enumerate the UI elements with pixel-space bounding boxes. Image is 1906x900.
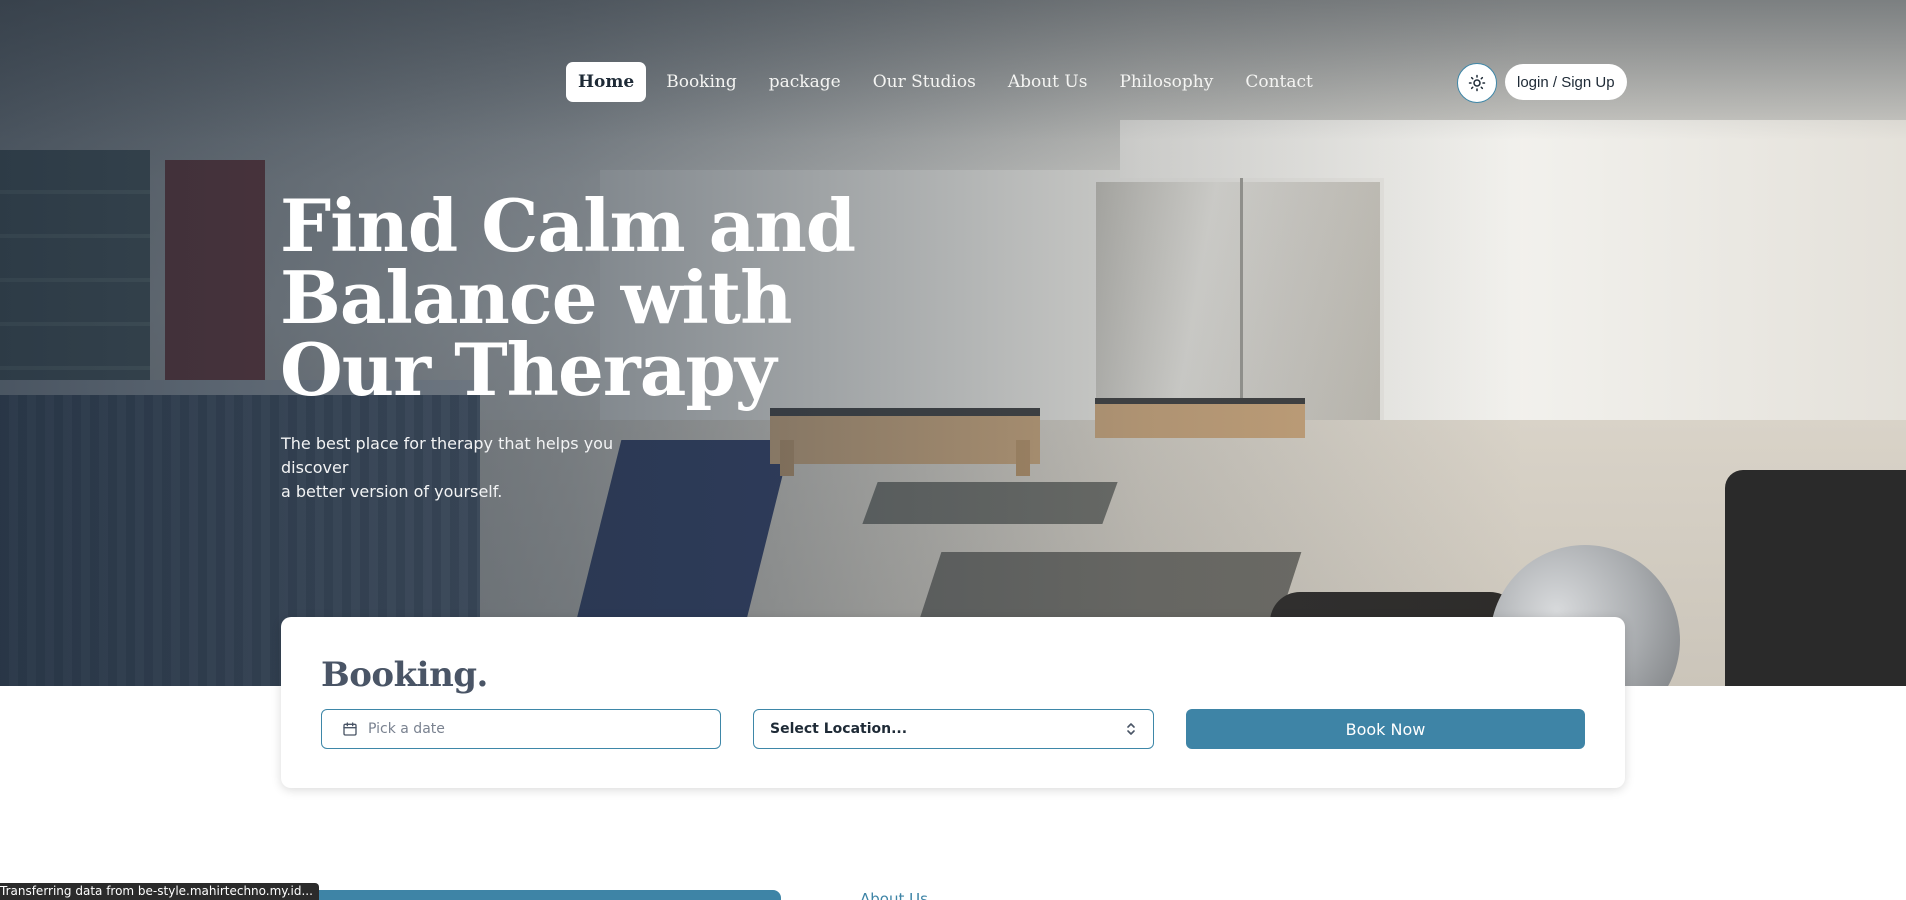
nav-item-package[interactable]: package [757, 62, 853, 102]
hero-title-line: Find Calm and [280, 183, 856, 268]
browser-status-bar: Transferring data from be-style.mahirtec… [0, 883, 319, 900]
chevron-up-down-icon [1127, 723, 1135, 735]
calendar-icon [343, 722, 357, 736]
booking-title: Booking. [321, 655, 488, 695]
hero-subtitle-line: The best place for therapy that helps yo… [281, 434, 614, 477]
main-nav: Home Booking package Our Studios About U… [566, 62, 1325, 102]
booking-card: Booking. Pick a date Select Location... … [281, 617, 1625, 788]
hero-title: Find Calm and Balance with Our Therapy [280, 190, 920, 406]
section-teaser-block [281, 890, 781, 900]
nav-item-philosophy[interactable]: Philosophy [1107, 62, 1225, 102]
about-us-link[interactable]: About Us [860, 890, 928, 900]
nav-item-our-studios[interactable]: Our Studios [861, 62, 988, 102]
theme-toggle-button[interactable] [1457, 63, 1497, 103]
nav-item-contact[interactable]: Contact [1233, 62, 1325, 102]
nav-item-booking[interactable]: Booking [654, 62, 749, 102]
sun-icon [1468, 74, 1486, 92]
hero-subtitle: The best place for therapy that helps yo… [281, 432, 681, 504]
nav-item-home[interactable]: Home [566, 62, 647, 102]
book-now-button[interactable]: Book Now [1186, 709, 1585, 749]
hero-title-line: Our Therapy [280, 327, 777, 412]
nav-item-about-us[interactable]: About Us [996, 62, 1100, 102]
hero-subtitle-line: a better version of yourself. [281, 482, 503, 501]
hero-title-line: Balance with [280, 255, 793, 340]
location-select[interactable]: Select Location... [753, 709, 1154, 749]
date-picker-placeholder: Pick a date [368, 721, 445, 737]
login-signup-button[interactable]: login / Sign Up [1505, 64, 1627, 100]
location-select-value: Select Location... [770, 721, 908, 737]
date-picker-input[interactable]: Pick a date [321, 709, 721, 749]
